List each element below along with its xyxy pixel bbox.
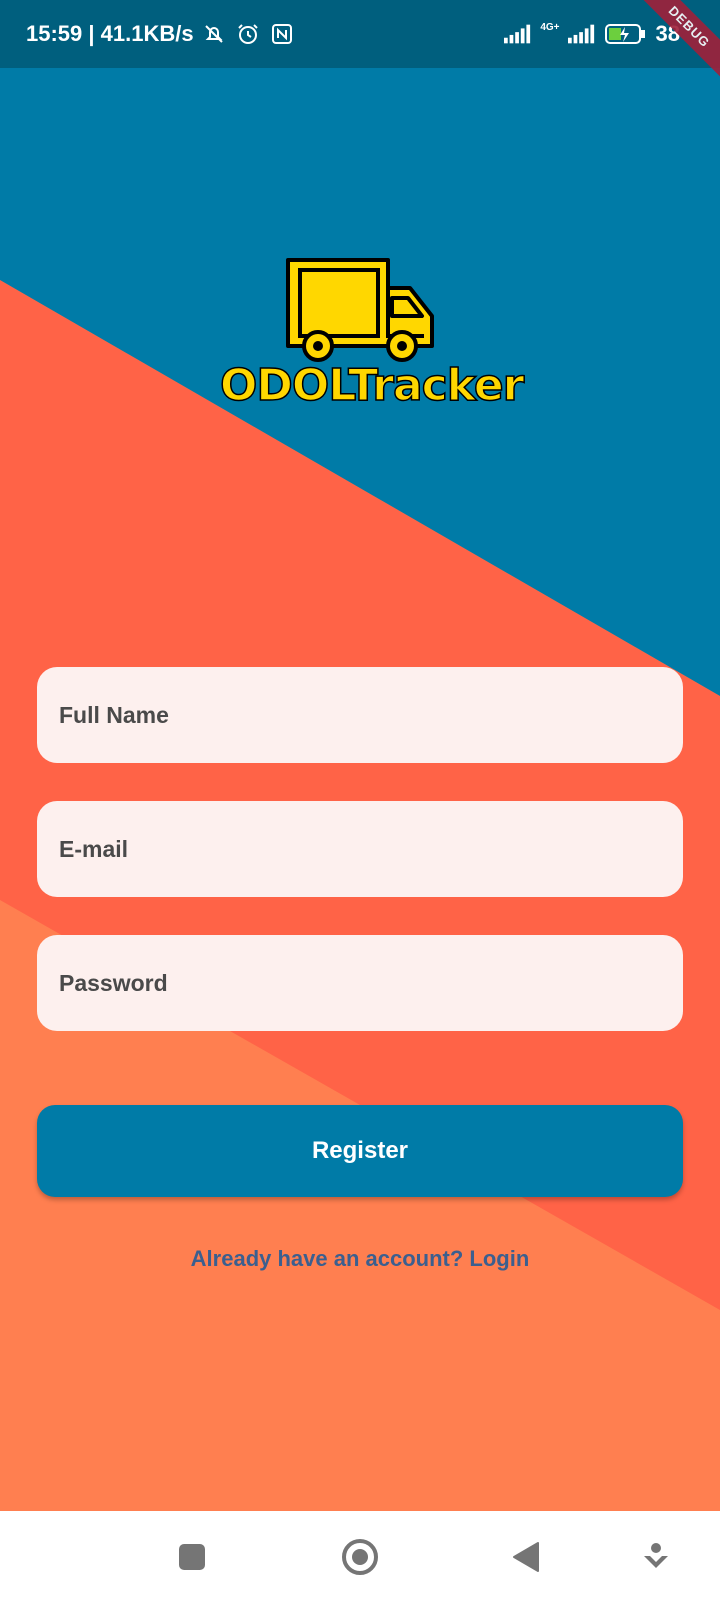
full-name-field[interactable]: [37, 667, 683, 763]
status-left: 15:59 | 41.1KB/s: [26, 20, 296, 48]
password-field[interactable]: [37, 935, 683, 1031]
system-nav-bar: [0, 1511, 720, 1600]
full-name-input[interactable]: [59, 701, 683, 729]
email-input[interactable]: [59, 835, 683, 863]
register-button[interactable]: Register: [37, 1105, 683, 1197]
login-link[interactable]: Already have an account? Login: [0, 1246, 720, 1272]
email-field[interactable]: [37, 801, 683, 897]
mute-bell-icon: [200, 20, 228, 48]
status-right: 4G+ 38: [504, 20, 694, 48]
assistant-icon[interactable]: [636, 1537, 676, 1577]
home-icon[interactable]: [340, 1537, 380, 1577]
status-bar: 15:59 | 41.1KB/s 4G+ 38: [0, 0, 720, 68]
app-logo: ODOLTracker: [219, 254, 525, 412]
status-time: 15:59 | 41.1KB/s: [26, 21, 194, 46]
signal-icon: [504, 20, 532, 48]
battery-charging-icon: [604, 20, 648, 48]
recent-apps-icon[interactable]: [172, 1537, 212, 1577]
back-icon[interactable]: [507, 1537, 547, 1577]
password-input[interactable]: [59, 969, 683, 997]
nfc-icon: [268, 20, 296, 48]
truck-icon: [286, 258, 434, 362]
network-label: 4G+: [540, 22, 560, 33]
logo-text: ODOLTracker: [219, 359, 525, 412]
alarm-icon: [234, 20, 262, 48]
signal-4g-icon: [567, 20, 596, 48]
